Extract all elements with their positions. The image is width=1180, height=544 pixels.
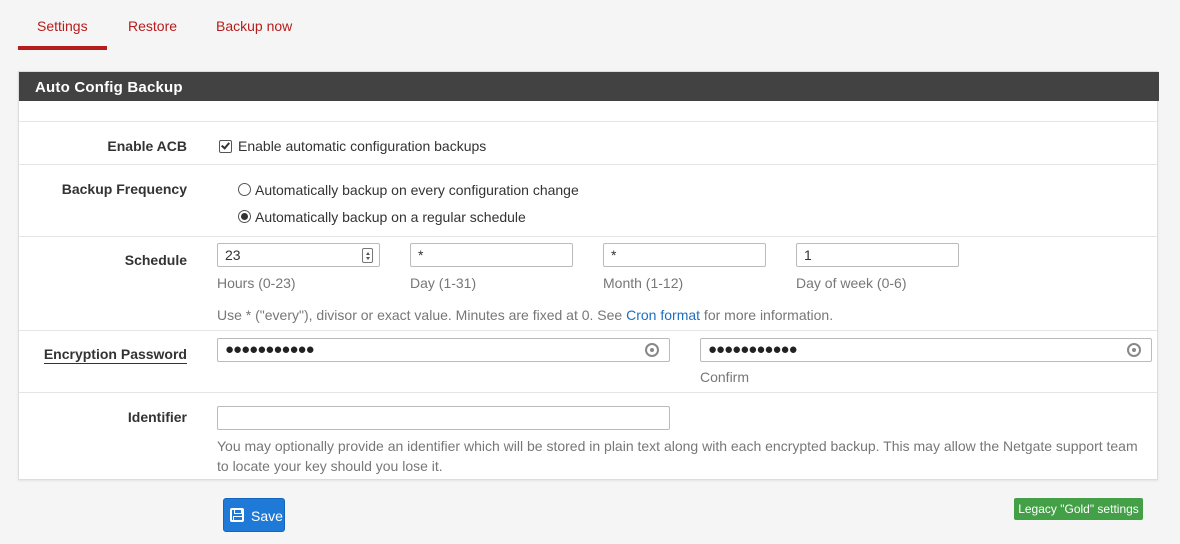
save-button[interactable]: Save (223, 498, 285, 532)
identifier-help-line-2: to locate your key should you lose it. (217, 458, 443, 474)
checkmark-icon (221, 140, 230, 150)
tab-restore[interactable]: Restore (128, 18, 177, 34)
divider (19, 392, 1157, 393)
password-masked-value: ●●●●●●●●●●● (225, 341, 315, 358)
divider (19, 330, 1157, 331)
divider (19, 121, 1157, 122)
cron-format-link[interactable]: Cron format (626, 307, 700, 323)
enable-acb-checkbox[interactable] (219, 140, 232, 153)
month-input[interactable]: * (603, 243, 766, 267)
identifier-label: Identifier (127, 409, 187, 425)
hours-value: 23 (225, 247, 241, 263)
encryption-password-input[interactable]: ●●●●●●●●●●● (217, 338, 670, 362)
enable-acb-checkbox-label[interactable]: Enable automatic configuration backups (238, 138, 486, 154)
schedule-help-text: Use * ("every"), divisor or exact value.… (217, 307, 834, 323)
day-help: Day (1-31) (410, 275, 477, 291)
show-password-icon[interactable] (1127, 343, 1141, 357)
identifier-help-line-1: You may optionally provide an identifier… (217, 438, 1138, 454)
tab-backup-now[interactable]: Backup now (216, 18, 292, 34)
radio-regular-schedule-label[interactable]: Automatically backup on a regular schedu… (255, 209, 526, 225)
radio-every-change-label[interactable]: Automatically backup on every configurat… (255, 182, 579, 198)
day-of-week-value: 1 (804, 247, 812, 263)
radio-regular-schedule[interactable] (238, 210, 251, 223)
legacy-gold-settings-button[interactable]: Legacy "Gold" settings (1014, 498, 1143, 520)
encryption-password-label: Encryption Password (43, 346, 187, 364)
confirm-help: Confirm (700, 369, 750, 385)
tab-settings[interactable]: Settings (37, 18, 88, 34)
number-spinner-icon[interactable] (362, 248, 373, 263)
backup-frequency-label: Backup Frequency (61, 181, 187, 197)
enable-acb-label: Enable ACB (107, 138, 187, 154)
schedule-label: Schedule (124, 252, 187, 268)
hours-help: Hours (0-23) (217, 275, 296, 291)
day-input[interactable]: * (410, 243, 573, 267)
confirm-password-input[interactable]: ●●●●●●●●●●● (700, 338, 1152, 362)
day-value: * (418, 247, 424, 263)
month-value: * (611, 247, 617, 263)
month-help: Month (1-12) (603, 275, 684, 291)
save-button-label: Save (251, 508, 283, 524)
confirm-masked-value: ●●●●●●●●●●● (708, 341, 798, 358)
divider (19, 164, 1157, 165)
hours-input[interactable]: 23 (217, 243, 380, 267)
radio-every-change[interactable] (238, 183, 251, 196)
panel-title: Auto Config Backup (19, 72, 1159, 101)
divider (19, 236, 1157, 237)
auto-config-backup-panel: Auto Config Backup Enable ACB Enable aut… (18, 71, 1159, 480)
day-of-week-input[interactable]: 1 (796, 243, 959, 267)
floppy-disk-icon (230, 508, 244, 522)
day-of-week-help: Day of week (0-6) (796, 275, 907, 291)
radio-selected-dot (241, 213, 248, 220)
show-password-icon[interactable] (645, 343, 659, 357)
identifier-input[interactable] (217, 406, 670, 430)
active-tab-indicator (18, 46, 107, 50)
tab-bar: Settings Restore Backup now (0, 0, 1180, 52)
